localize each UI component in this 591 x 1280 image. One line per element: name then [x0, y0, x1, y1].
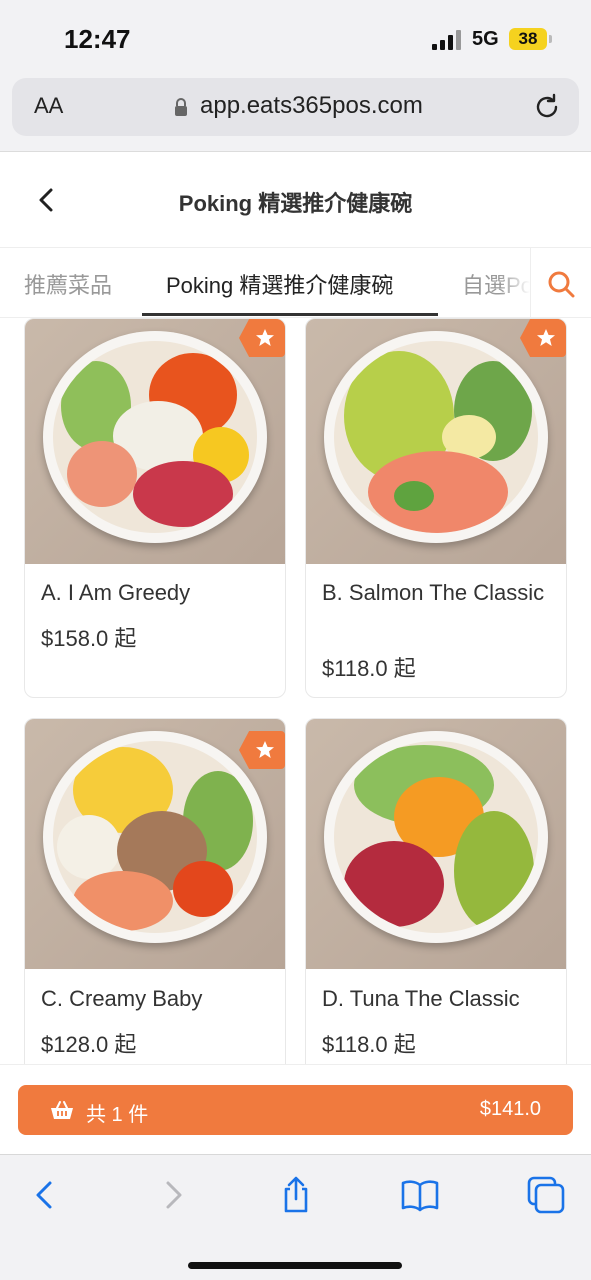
product-photo — [25, 319, 285, 564]
network-type: 5G — [472, 28, 499, 50]
product-card-c[interactable]: C. Creamy Baby $128.0 起 — [24, 718, 286, 1078]
cart-count: 共 1 件 — [86, 1104, 149, 1126]
tab-poking-bowls[interactable]: Poking 精選推介健康碗 — [166, 268, 393, 300]
browser-back-icon[interactable] — [26, 1175, 66, 1215]
product-name: B. Salmon The Classic — [322, 580, 545, 605]
product-price: $118.0 起 — [322, 656, 416, 681]
browser-forward-icon[interactable] — [152, 1175, 192, 1215]
browser-address-area: AA app.eats365pos.com — [0, 74, 591, 152]
tab-recommended[interactable]: 推薦菜品 — [24, 268, 112, 300]
product-card-a[interactable]: A. I Am Greedy $158.0 起 — [24, 318, 286, 698]
signal-icon — [432, 30, 464, 50]
page-title: Poking 精選推介健康碗 — [178, 191, 413, 216]
basket-icon — [51, 1101, 73, 1119]
cart-button[interactable]: 共 1 件 $141.0 — [18, 1085, 573, 1135]
product-price: $158.0 起 — [41, 626, 137, 651]
share-icon[interactable] — [276, 1175, 316, 1215]
cart-area: 共 1 件 $141.0 — [0, 1064, 591, 1154]
product-price: $118.0 起 — [322, 1032, 416, 1057]
lock-icon — [175, 98, 187, 116]
active-tab-indicator — [142, 313, 438, 316]
reload-icon[interactable] — [532, 92, 562, 122]
product-name: D. Tuna The Classic — [322, 986, 520, 1011]
url-text[interactable]: app.eats365pos.com — [200, 92, 423, 120]
product-card-d[interactable]: D. Tuna The Classic $118.0 起 — [305, 718, 567, 1078]
search-button[interactable] — [530, 248, 591, 317]
star-icon — [537, 329, 555, 346]
search-icon — [548, 271, 575, 298]
product-photo — [306, 719, 566, 969]
text-size-button[interactable]: AA — [34, 93, 63, 119]
page-header: Poking 精選推介健康碗 — [0, 152, 591, 248]
product-price: $128.0 起 — [41, 1032, 137, 1057]
product-name: C. Creamy Baby — [41, 986, 203, 1011]
status-bar: 12:47 5G 38 — [0, 0, 591, 74]
category-tabs: 推薦菜品 Poking 精選推介健康碗 自選Po — [0, 248, 591, 318]
battery-icon: 38 — [509, 28, 547, 50]
home-indicator — [188, 1262, 402, 1269]
browser-toolbar — [0, 1154, 591, 1280]
cart-total: $141.0 — [479, 1098, 541, 1120]
tabs-icon[interactable] — [526, 1175, 566, 1215]
status-time: 12:47 — [64, 24, 131, 54]
address-bar[interactable]: AA app.eats365pos.com — [12, 78, 579, 136]
product-card-b[interactable]: B. Salmon The Classic $118.0 起 — [305, 318, 567, 698]
product-photo — [306, 319, 566, 564]
bookmarks-icon[interactable] — [400, 1175, 440, 1215]
battery-tip — [549, 35, 552, 43]
product-name: A. I Am Greedy — [41, 580, 191, 605]
star-icon — [256, 741, 274, 758]
tab-fade — [500, 248, 530, 317]
star-icon — [256, 329, 274, 346]
